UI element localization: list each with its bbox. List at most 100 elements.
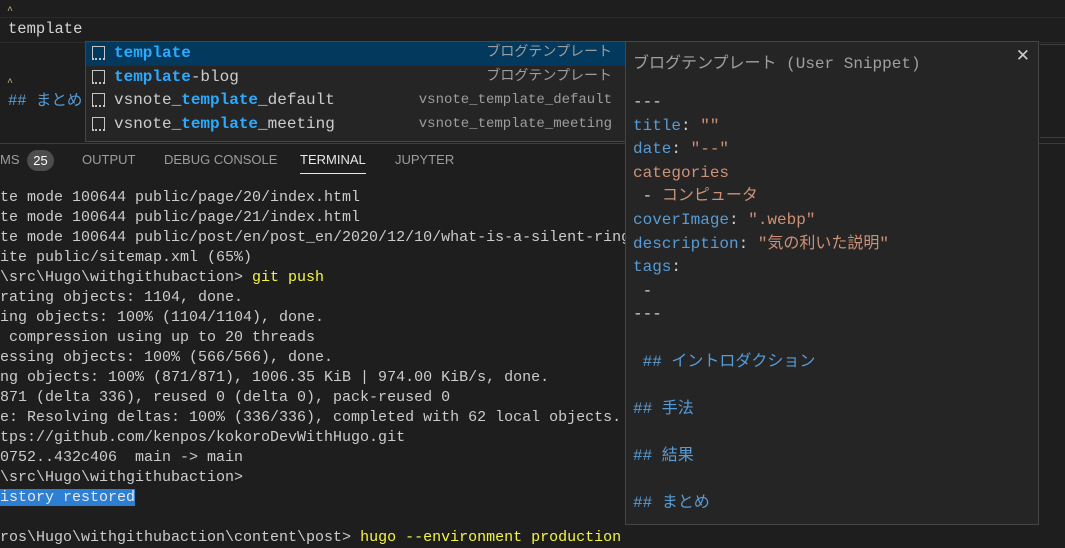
tab-debug-console[interactable]: DEBUG CONSOLE (164, 152, 277, 167)
terminal-line: ng objects: 100% (871/871), 1006.35 KiB … (0, 368, 630, 388)
terminal-line-text: 0752..432c406 main -> main (0, 449, 244, 466)
suggestion-item[interactable]: vsnote_template_default vsnote_template_d… (86, 89, 626, 113)
suggestion-label: vsnote_template_default (114, 89, 335, 113)
snippet-token: ## まとめ (633, 494, 710, 513)
snippet-token: title (633, 116, 682, 135)
snippet-token: : (681, 116, 701, 135)
terminal-line: te mode 100644 public/page/21/index.html (0, 208, 630, 228)
snippet-icon (92, 116, 105, 131)
terminal-line-text: ite public/sitemap.xml (65%) (0, 249, 253, 266)
snippet-token: --- (633, 305, 662, 324)
snippet-icon (92, 69, 105, 84)
terminal-line-text: istory restored (0, 489, 136, 506)
terminal-line-text: ing objects: 100% (1104/1104), done. (0, 309, 325, 326)
snippet-token: コンピュータ (661, 187, 758, 206)
label-match: template (181, 91, 259, 109)
snippet-token: ## 手法 (633, 399, 694, 418)
problems-count-badge: 25 (27, 150, 54, 171)
suggestion-item[interactable]: vsnote_template_meeting vsnote_template_m… (86, 113, 626, 137)
suggestion-detail: vsnote_template_meeting (418, 115, 612, 132)
close-icon[interactable]: ✕ (1016, 46, 1030, 66)
terminal-output[interactable]: te mode 100644 public/page/20/index.html… (0, 188, 630, 548)
snippet-token: "気の利いた説明" (757, 234, 890, 253)
snippet-line: ## 手法 (633, 398, 889, 422)
snippet-token: ## イントロダクション (633, 352, 816, 371)
terminal-line-text: rating objects: 1104, done. (0, 289, 244, 306)
tab-label: MS (0, 152, 20, 167)
tab-terminal[interactable]: TERMINAL (300, 152, 366, 174)
snippet-preview: --- title: "" date: "--" categories - コンピュー… (633, 91, 889, 516)
tab-jupyter[interactable]: JUPYTER (395, 152, 454, 167)
suggestion-detail: ブログテンプレート (486, 68, 612, 85)
tab-output[interactable]: OUTPUT (82, 152, 135, 167)
snippet-token: : (671, 140, 691, 159)
label-match: template (114, 44, 191, 62)
terminal-line-text: te mode 100644 public/post/en/post_en/20… (0, 229, 630, 246)
terminal-line: essing objects: 100% (566/566), done. (0, 348, 630, 368)
terminal-line: \src\Hugo\withgithubaction> git push (0, 268, 630, 288)
terminal-line: ite public/sitemap.xml (65%) (0, 248, 630, 268)
terminal-line-text: compression using up to 20 threads (0, 329, 316, 346)
snippet-token: "--" (690, 140, 730, 159)
snippet-token: : (738, 234, 758, 253)
snippet-token: description (633, 234, 739, 253)
terminal-line-text: e: Resolving deltas: 100% (336/336), com… (0, 409, 622, 426)
snippet-line (633, 421, 889, 445)
caret-marker: ^ (7, 6, 14, 17)
snippet-line: title: "" (633, 115, 889, 139)
terminal-line: 0752..432c406 main -> main (0, 448, 630, 468)
snippet-line: ## 結果 (633, 445, 889, 469)
suggestion-item[interactable]: template-blog ブログテンプレート (86, 66, 626, 90)
snippet-line (633, 327, 889, 351)
snippet-token: ".webp" (748, 210, 816, 229)
snippet-token: categories (633, 163, 730, 182)
snippet-line: coverImage: ".webp" (633, 209, 889, 233)
suggestion-detail: vsnote_template_default (418, 92, 612, 108)
snippet-line: categories (633, 162, 889, 186)
label-suffix: _meeting (258, 114, 335, 133)
divider (1040, 44, 1065, 45)
label-suffix: _default (258, 91, 335, 109)
terminal-line-text: tps://github.com/kenpos/kokoroDevWithHug… (0, 429, 406, 446)
terminal-line-text: ros\Hugo\withgithubaction\content\post> (0, 529, 361, 546)
terminal-line: 871 (delta 336), reused 0 (delta 0), pac… (0, 388, 630, 408)
terminal-line-text: te mode 100644 public/page/21/index.html (0, 209, 361, 226)
terminal-line: compression using up to 20 threads (0, 328, 630, 348)
suggestion-details: ブログテンプレート (User Snippet) ✕ --- title: "" d… (625, 41, 1039, 525)
terminal-line: ros\Hugo\withgithubaction\content\post> … (0, 528, 630, 548)
editor-current-line[interactable]: template (8, 18, 82, 40)
terminal-line: tps://github.com/kenpos/kokoroDevWithHug… (0, 428, 630, 448)
tab-problems[interactable]: MS (0, 152, 20, 167)
editor-heading-line[interactable]: ## まとめ (8, 88, 82, 110)
snippet-token: --- (633, 93, 662, 111)
terminal-line: rating objects: 1104, done. (0, 288, 630, 308)
terminal-line: te mode 100644 public/page/20/index.html (0, 188, 630, 208)
terminal-line: \src\Hugo\withgithubaction> (0, 468, 630, 488)
suggestion-label: vsnote_template_meeting (114, 113, 335, 137)
snippet-token: - (633, 187, 662, 206)
suggestion-widget: template ブログテンプレート template-blog ブログテンプレート v… (85, 41, 627, 142)
label-suffix: -blog (190, 67, 239, 86)
snippet-line (633, 374, 889, 398)
snippet-token: ## 結果 (633, 446, 694, 465)
snippet-line: --- (633, 303, 889, 327)
snippet-token: date (633, 140, 672, 159)
terminal-command: git push (252, 269, 325, 286)
snippet-token: tags (633, 258, 672, 277)
snippet-token: : (671, 258, 682, 277)
suggestion-label: template (114, 42, 191, 66)
snippet-line: date: "--" (633, 138, 889, 162)
snippet-line: - コンピュータ (633, 185, 889, 209)
terminal-command: hugo --environment production (360, 529, 622, 546)
label-match: template (181, 114, 259, 133)
snippet-line: - (633, 280, 889, 304)
snippet-line: tags: (633, 256, 889, 280)
terminal-line: istory restored (0, 488, 630, 508)
suggestion-item[interactable]: template ブログテンプレート (86, 42, 626, 66)
snippet-token: "" (700, 116, 720, 135)
divider (1040, 137, 1065, 138)
current-line-highlight (0, 17, 1065, 43)
snippet-token: - (633, 281, 653, 300)
terminal-line: te mode 100644 public/post/en/post_en/20… (0, 228, 630, 248)
